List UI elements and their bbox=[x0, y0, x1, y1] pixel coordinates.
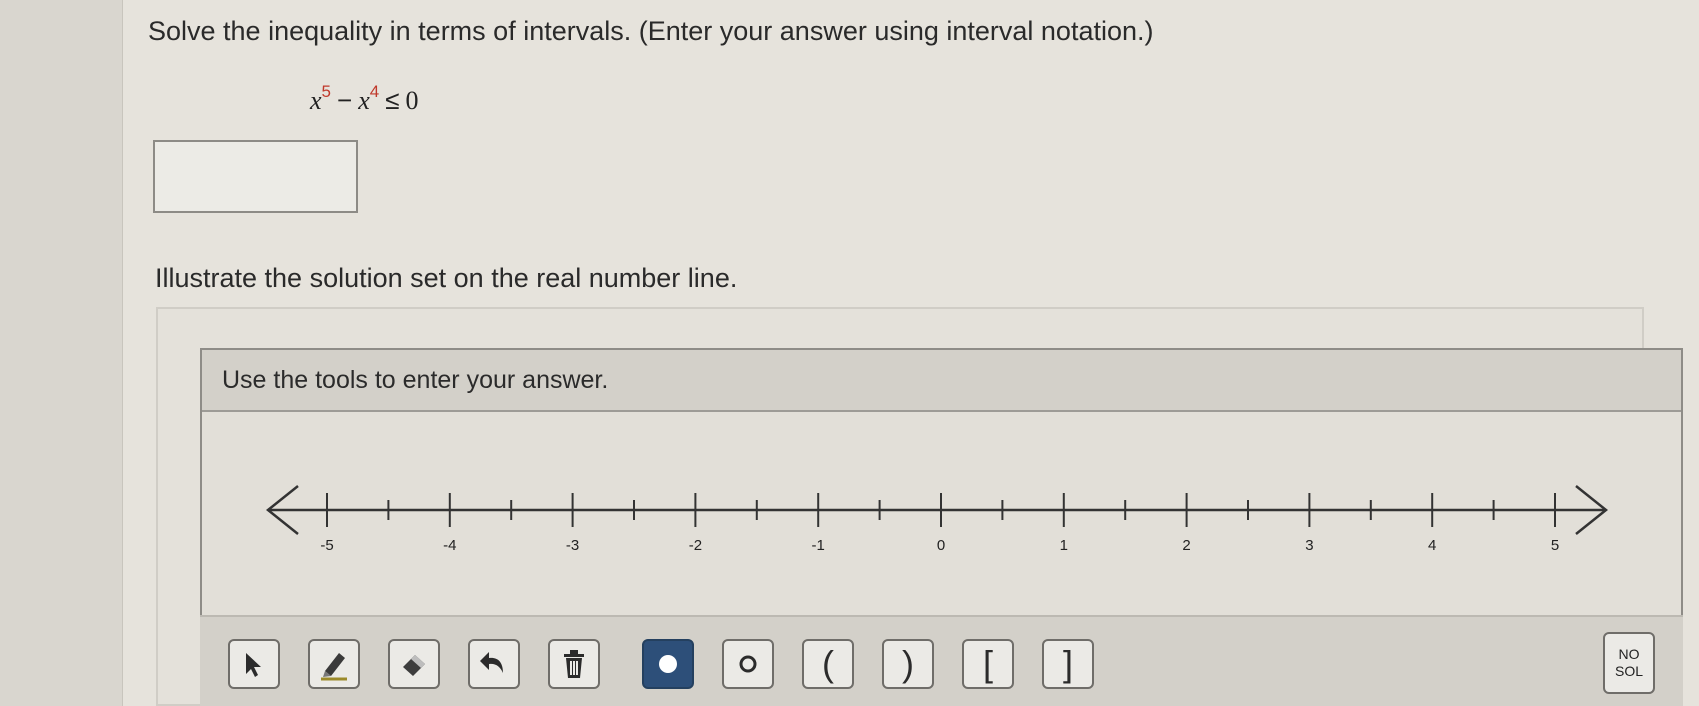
inequality-expression: x5− x4 ≤0 bbox=[310, 82, 419, 116]
right-hand-side: 0 bbox=[405, 86, 419, 115]
eraser-icon bbox=[403, 655, 425, 676]
tick-label: 1 bbox=[1060, 537, 1068, 554]
open-point-button[interactable] bbox=[722, 639, 774, 689]
left-paren-glyph: ( bbox=[822, 643, 834, 684]
right-paren-glyph: ) bbox=[902, 643, 914, 684]
pencil-icon bbox=[321, 653, 347, 681]
no-solution-label-line2: SOL bbox=[1614, 663, 1643, 679]
closed-point-button[interactable] bbox=[642, 639, 694, 689]
delete-button[interactable] bbox=[548, 639, 600, 689]
no-solution-button[interactable]: NO SOL bbox=[1603, 632, 1655, 694]
tick-label: 2 bbox=[1182, 537, 1190, 554]
undo-icon bbox=[480, 652, 503, 673]
exponent: 5 bbox=[321, 82, 332, 101]
tick-label: -1 bbox=[812, 537, 825, 554]
tick-label: -2 bbox=[689, 537, 702, 554]
undo-button[interactable] bbox=[468, 639, 520, 689]
minus-sign: − bbox=[337, 85, 353, 115]
filled-dot-icon bbox=[659, 655, 677, 673]
open-left-paren-button[interactable]: ( bbox=[802, 639, 854, 689]
open-dot-icon bbox=[739, 655, 757, 673]
tool-panel-header: Use the tools to enter your answer. bbox=[202, 350, 1681, 412]
closed-left-bracket-button[interactable]: [ bbox=[962, 639, 1014, 689]
pencil-tool-button[interactable] bbox=[308, 639, 360, 689]
closed-right-bracket-button[interactable]: ] bbox=[1042, 639, 1094, 689]
tick-label: 4 bbox=[1428, 537, 1436, 554]
tick-label: -5 bbox=[320, 537, 333, 554]
tool-panel-instructions: Use the tools to enter your answer. bbox=[222, 366, 609, 394]
variable-x: x bbox=[358, 86, 370, 115]
relation-sign: ≤ bbox=[385, 85, 400, 115]
illustrate-prompt: Illustrate the solution set on the real … bbox=[155, 263, 738, 293]
graphing-toolbar: ( ) [ ] NO SOL bbox=[200, 615, 1683, 706]
tick-label: -3 bbox=[566, 537, 579, 554]
tick-label: 3 bbox=[1305, 537, 1313, 554]
select-tool-button[interactable] bbox=[228, 639, 280, 689]
variable-x: x bbox=[310, 86, 322, 115]
exponent: 4 bbox=[369, 82, 380, 101]
interval-answer-input[interactable] bbox=[153, 140, 358, 213]
tick-label: 0 bbox=[937, 537, 945, 554]
number-line-labels: -5 -4 -3 -2 -1 0 1 2 3 4 5 bbox=[320, 537, 1559, 554]
number-line[interactable]: -5 -4 -3 -2 -1 0 1 2 3 4 5 bbox=[262, 480, 1612, 560]
no-solution-label-line1: NO bbox=[1618, 646, 1640, 662]
tick-label: -4 bbox=[443, 537, 456, 554]
tick-label: 5 bbox=[1551, 537, 1559, 554]
arrow-cursor-icon bbox=[246, 653, 261, 677]
right-bracket-glyph: ] bbox=[1062, 643, 1073, 684]
left-bracket-glyph: [ bbox=[982, 643, 993, 684]
open-right-paren-button[interactable]: ) bbox=[882, 639, 934, 689]
trash-icon bbox=[564, 650, 584, 678]
eraser-tool-button[interactable] bbox=[388, 639, 440, 689]
number-line-ticks bbox=[326, 493, 1556, 527]
question-prompt: Solve the inequality in terms of interva… bbox=[148, 16, 1154, 46]
